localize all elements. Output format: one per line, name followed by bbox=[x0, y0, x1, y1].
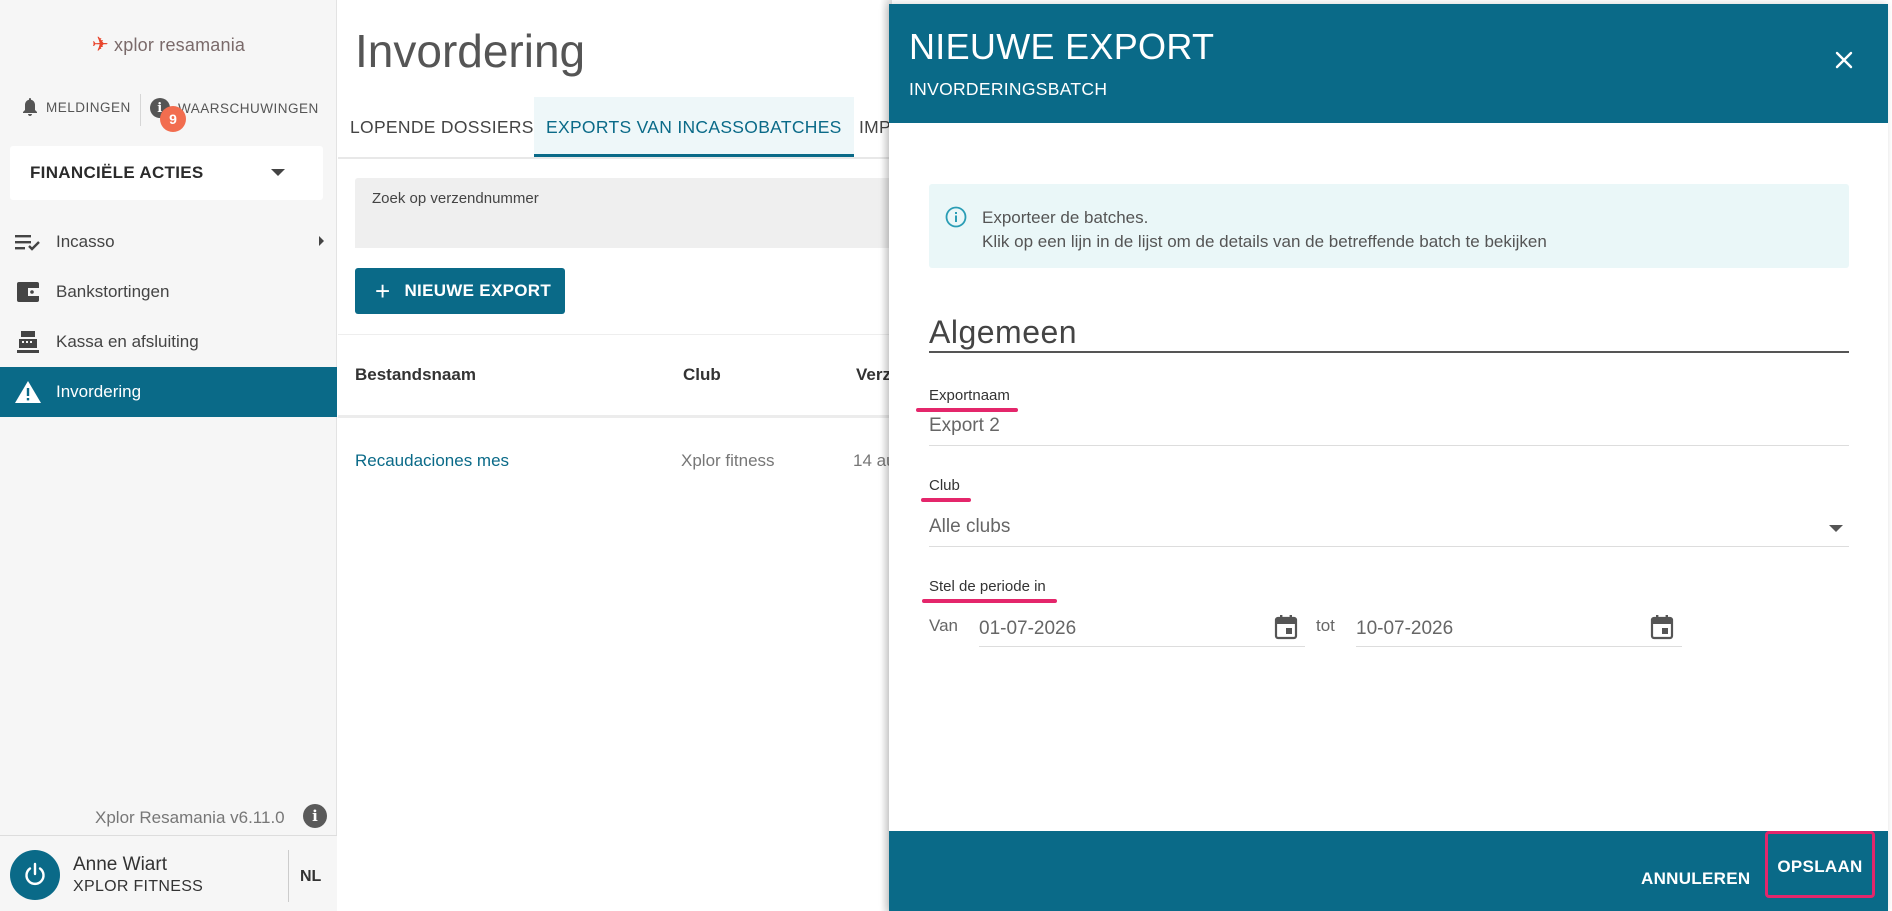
language-switch[interactable]: NL bbox=[300, 868, 321, 886]
sidebar-menu: Incasso Bankstortingen Kassa en afsluiti… bbox=[0, 217, 337, 417]
to-date-underline bbox=[1356, 646, 1682, 647]
export-name-label: Exportnaam bbox=[929, 387, 1010, 404]
calendar-icon[interactable] bbox=[1274, 614, 1298, 640]
info-line-1: Exporteer de batches. bbox=[982, 208, 1149, 227]
from-date-underline bbox=[979, 646, 1305, 647]
club-select[interactable]: Alle clubs bbox=[929, 516, 1010, 538]
highlight-underline bbox=[916, 408, 1018, 412]
export-name-underline bbox=[929, 445, 1849, 446]
search-label: Zoek op verzendnummer bbox=[372, 190, 539, 207]
caret-right-icon bbox=[319, 236, 324, 246]
column-header-club[interactable]: Club bbox=[683, 365, 721, 385]
power-icon bbox=[25, 862, 45, 886]
period-label: Stel de periode in bbox=[929, 578, 1046, 595]
cash-register-icon bbox=[14, 330, 42, 354]
section-select[interactable]: FINANCIËLE ACTIES bbox=[10, 146, 323, 200]
sidebar-item-bankstortingen[interactable]: Bankstortingen bbox=[0, 267, 337, 317]
to-label: tot bbox=[1316, 616, 1335, 635]
user-separator bbox=[288, 850, 289, 902]
checklist-icon bbox=[14, 230, 42, 254]
row-file-name[interactable]: Recaudaciones mes bbox=[355, 451, 509, 471]
notifications-button[interactable]: MELDINGEN bbox=[22, 98, 131, 116]
section-title: Algemeen bbox=[929, 314, 1078, 350]
new-export-button[interactable]: + NIEUWE EXPORT bbox=[355, 268, 565, 314]
user-name: Anne Wiart bbox=[73, 854, 167, 875]
highlight-underline bbox=[922, 599, 1057, 603]
wallet-icon bbox=[14, 280, 42, 304]
notification-separator bbox=[140, 94, 141, 126]
info-outline-icon bbox=[945, 206, 967, 228]
row-club: Xplor fitness bbox=[681, 451, 775, 470]
tab-lopende-dossiers[interactable]: LOPENDE DOSSIERS bbox=[338, 97, 546, 157]
app-version: Xplor Resamania v6.11.0 bbox=[95, 808, 285, 827]
xplor-logo-icon: ✈ bbox=[91, 34, 109, 56]
user-bar: Anne Wiart XPLOR FITNESS NL bbox=[0, 835, 337, 911]
info-line-2: Klik op een lijn in de lijst om de detai… bbox=[982, 232, 1547, 251]
warning-icon bbox=[14, 380, 42, 404]
power-button[interactable] bbox=[10, 850, 60, 900]
sidebar-item-invordering[interactable]: Invordering bbox=[0, 367, 337, 417]
tab-exports-incassobatches[interactable]: EXPORTS VAN INCASSOBATCHES bbox=[534, 97, 854, 157]
caret-down-icon[interactable] bbox=[1829, 525, 1843, 532]
dialog-footer: ANNULEREN OPSLAAN bbox=[889, 831, 1888, 911]
new-export-dialog: NIEUWE EXPORT INVORDERINGSBATCH Exportee… bbox=[889, 4, 1888, 911]
dialog-header: NIEUWE EXPORT INVORDERINGSBATCH bbox=[889, 4, 1888, 123]
column-header-bestandsnaam[interactable]: Bestandsnaam bbox=[355, 365, 476, 385]
from-date-input[interactable]: 01-07-2026 bbox=[979, 618, 1076, 640]
user-club: XPLOR FITNESS bbox=[73, 878, 204, 895]
calendar-icon[interactable] bbox=[1650, 614, 1674, 640]
highlight-underline bbox=[921, 498, 971, 502]
dialog-title: NIEUWE EXPORT bbox=[909, 26, 1215, 67]
sidebar-item-kassa[interactable]: Kassa en afsluiting bbox=[0, 317, 337, 367]
sidebar: ✈ xplor resamania MELDINGEN i WAARSCHUWI… bbox=[0, 0, 337, 911]
export-name-field[interactable]: Export 2 bbox=[929, 415, 1000, 437]
close-icon[interactable] bbox=[1832, 48, 1856, 72]
from-label: Van bbox=[929, 616, 958, 635]
section-divider bbox=[929, 351, 1849, 353]
warnings-count-badge: 9 bbox=[160, 106, 186, 132]
page-title: Invordering bbox=[355, 25, 586, 77]
info-message: Exporteer de batches. Klik op een lijn i… bbox=[929, 184, 1849, 268]
to-date-input[interactable]: 10-07-2026 bbox=[1356, 618, 1453, 640]
plus-icon: + bbox=[375, 276, 391, 306]
caret-down-icon bbox=[271, 169, 285, 176]
save-button[interactable]: OPSLAAN bbox=[1765, 831, 1875, 898]
club-underline bbox=[929, 546, 1849, 547]
sidebar-item-incasso[interactable]: Incasso bbox=[0, 217, 337, 267]
app-logo: ✈ xplor resamania bbox=[91, 34, 246, 56]
dialog-subtitle: INVORDERINGSBATCH bbox=[909, 79, 1108, 99]
cancel-button[interactable]: ANNULEREN bbox=[1641, 869, 1750, 889]
club-label: Club bbox=[929, 477, 960, 494]
bell-icon bbox=[23, 98, 37, 116]
version-info-icon[interactable]: i bbox=[303, 804, 327, 828]
